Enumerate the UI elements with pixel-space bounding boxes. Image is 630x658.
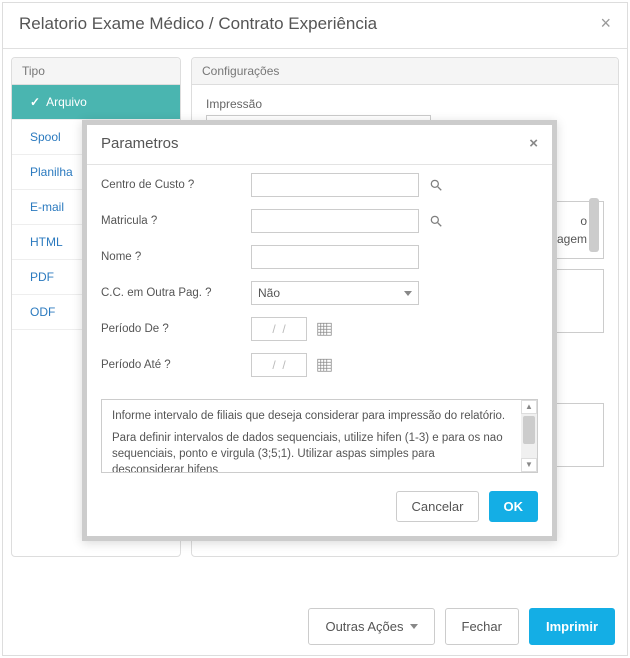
chevron-down-icon [410,624,418,629]
scrollbar-thumb[interactable] [589,198,599,252]
periodo-ate-input[interactable] [251,353,307,377]
periodo-de-input[interactable] [251,317,307,341]
calendar-icon[interactable] [317,357,332,372]
nome-label: Nome ? [101,251,251,263]
close-icon[interactable]: × [600,13,611,34]
scroll-down-icon[interactable]: ▼ [521,458,537,472]
help-text-2: Para definir intervalos de dados sequenc… [112,430,509,473]
page-title: Relatorio Exame Médico / Contrato Experi… [19,14,377,34]
other-actions-button[interactable]: Outras Ações [308,608,434,645]
nome-input[interactable] [251,245,419,269]
centro-custo-label: Centro de Custo ? [101,179,251,191]
matricula-input[interactable] [251,209,419,233]
periodo-ate-label: Período Até ? [101,359,251,371]
close-button[interactable]: Fechar [445,608,519,645]
parametros-modal: Parametros × Centro de Custo ? Matricula… [82,120,557,541]
cc-outra-pag-value: Não [258,286,280,300]
help-box: Informe intervalo de filiais que deseja … [101,399,538,473]
type-item-arquivo[interactable]: Arquivo [12,85,180,120]
main-header: Relatorio Exame Médico / Contrato Experi… [3,3,627,49]
other-actions-label: Outras Ações [325,619,403,634]
cc-outra-pag-label: C.C. em Outra Pag. ? [101,287,251,299]
search-icon[interactable] [429,178,443,192]
help-text-1: Informe intervalo de filiais que deseja … [112,408,509,424]
config-panel-header: Configurações [192,58,618,85]
impressao-label: Impressão [206,97,604,111]
matricula-label: Matricula ? [101,215,251,227]
periodo-de-label: Período De ? [101,323,251,335]
print-button[interactable]: Imprimir [529,608,615,645]
modal-close-icon[interactable]: × [529,135,538,152]
cancel-button[interactable]: Cancelar [396,491,478,522]
calendar-icon[interactable] [317,321,332,336]
centro-custo-input[interactable] [251,173,419,197]
cc-outra-pag-select[interactable]: Não [251,281,419,305]
chevron-down-icon [404,291,412,296]
scroll-up-icon[interactable]: ▲ [521,400,537,414]
type-panel-header: Tipo [12,58,180,85]
ok-button[interactable]: OK [489,491,539,522]
modal-title: Parametros [101,135,179,152]
search-icon[interactable] [429,214,443,228]
help-scrollbar[interactable]: ▲ ▼ [521,400,537,472]
scroll-thumb[interactable] [523,416,535,444]
